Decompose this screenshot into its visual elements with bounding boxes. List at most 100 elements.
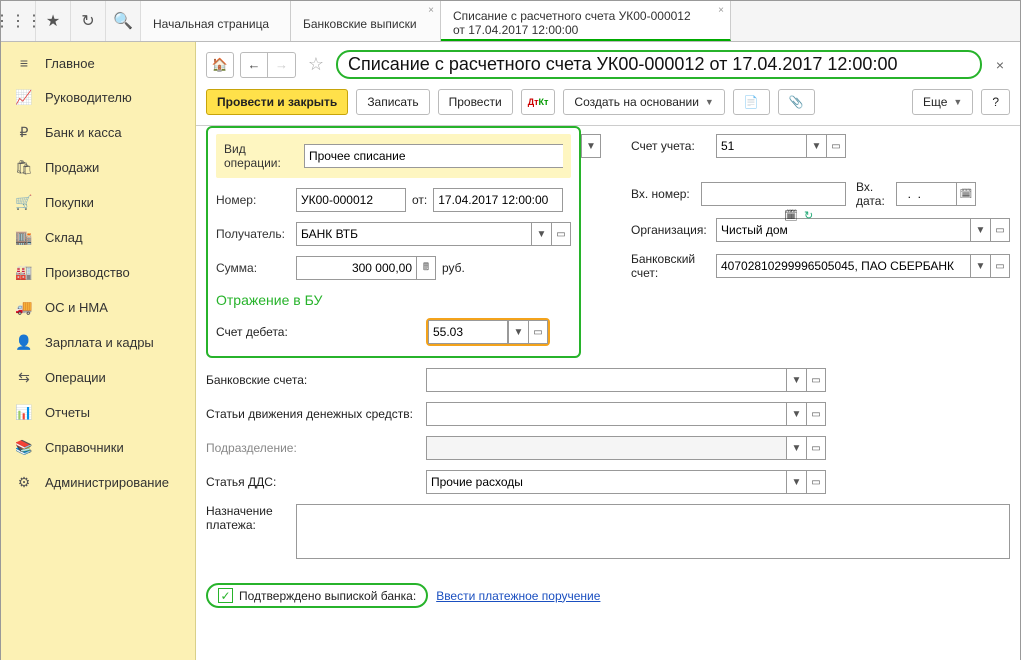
cashflow-input[interactable] (426, 402, 786, 426)
calc-icon[interactable]: 🖩 (416, 256, 436, 280)
sidebar-item-3[interactable]: 🛍 Продажи (1, 150, 195, 185)
sidebar-item-label: Руководителю (45, 90, 132, 105)
dropdown-icon[interactable]: ▼ (508, 320, 528, 344)
more-button[interactable]: Еще▼ (912, 89, 973, 115)
confirmed-checkbox[interactable]: ✓ (218, 588, 233, 603)
dropdown-icon[interactable]: ▼ (970, 254, 990, 278)
favorite-star-icon[interactable]: ☆ (302, 52, 330, 78)
refresh-icon[interactable]: ↻ (804, 209, 813, 222)
dt-kt-button[interactable]: ДтКт (521, 89, 556, 115)
open-icon[interactable]: ▭ (990, 254, 1010, 278)
post-and-close-button[interactable]: Провести и закрыть (206, 89, 348, 115)
tab-close-icon[interactable]: × (428, 5, 434, 16)
nav-back-button[interactable]: ← (240, 52, 268, 78)
open-icon[interactable]: ▭ (826, 134, 846, 158)
sidebar-item-2[interactable]: ₽Банк и касса (1, 115, 195, 150)
apps-icon[interactable]: ⋮⋮⋮ (1, 1, 36, 41)
form: Вид операции: Номер: от: Получатель: (196, 126, 1020, 660)
confirmed-highlight: ✓ Подтверждено выпиской банка: (206, 583, 428, 608)
title-bar: 🏠 ← → ☆ Списание с расчетного счета УК00… (196, 42, 1020, 85)
account-reg-label: Счет учета: (631, 139, 716, 153)
purpose-label: Назначение платежа: (206, 504, 296, 532)
op-type-dropdown-icon[interactable]: ▼ (581, 134, 601, 158)
top-toolbar: ⋮⋮⋮ ★ ↻ 🔍 Начальная страница Банковские … (1, 1, 1020, 42)
save-button[interactable]: Записать (356, 89, 429, 115)
in-date-label: Вх. дата: (856, 180, 896, 208)
dropdown-icon[interactable]: ▼ (531, 222, 551, 246)
dropdown-icon[interactable]: ▼ (786, 402, 806, 426)
sidebar-item-1[interactable]: 📈Руководителю (1, 80, 195, 115)
sidebar-item-9[interactable]: ⇆Операции (1, 360, 195, 395)
sum-input[interactable] (296, 256, 416, 280)
sidebar-icon: 🛍 (15, 159, 33, 176)
dropdown-icon[interactable]: ▼ (786, 470, 806, 494)
sidebar-item-label: Операции (45, 370, 106, 385)
payee-input[interactable] (296, 222, 531, 246)
tab-home[interactable]: Начальная страница (141, 1, 291, 41)
open-icon[interactable]: ▭ (528, 320, 548, 344)
open-icon[interactable]: ▭ (806, 402, 826, 426)
in-number-input[interactable] (701, 182, 846, 206)
nav-forward-button: → (268, 52, 296, 78)
purpose-textarea[interactable] (296, 504, 1010, 559)
debit-account-input[interactable] (428, 320, 508, 344)
open-icon[interactable]: ▭ (551, 222, 571, 246)
number-input[interactable] (296, 188, 406, 212)
op-type-input[interactable] (304, 144, 563, 168)
tab-close-icon[interactable]: × (718, 5, 724, 16)
attach-button[interactable]: 📎 (778, 89, 815, 115)
close-button[interactable]: × (990, 57, 1010, 73)
in-date-input[interactable] (896, 182, 956, 206)
sidebar-item-label: Продажи (45, 160, 99, 175)
open-icon[interactable]: ▭ (806, 368, 826, 392)
bank-acc-label: Банковский счет: (631, 252, 716, 280)
calendar-icon[interactable]: 🗓 (784, 209, 798, 222)
dropdown-icon[interactable]: ▼ (786, 368, 806, 392)
sidebar-item-5[interactable]: 🏬Склад (1, 220, 195, 255)
post-button[interactable]: Провести (438, 89, 513, 115)
sidebar-item-11[interactable]: 📚Справочники (1, 430, 195, 465)
sidebar-item-8[interactable]: 👤Зарплата и кадры (1, 325, 195, 360)
open-icon[interactable]: ▭ (806, 470, 826, 494)
sidebar-item-4[interactable]: 🛒Покупки (1, 185, 195, 220)
sidebar-item-7[interactable]: 🚚ОС и НМА (1, 290, 195, 325)
sidebar-item-10[interactable]: 📊Отчеты (1, 395, 195, 430)
sidebar-item-12[interactable]: ⚙Администрирование (1, 465, 195, 500)
tab-label-line2: от 17.04.2017 12:00:00 (453, 23, 718, 37)
sidebar-item-6[interactable]: 🏭Производство (1, 255, 195, 290)
highlighted-debit-field: ▼ ▭ (426, 318, 550, 346)
sidebar-item-label: Банк и касса (45, 125, 122, 140)
right-column: Счет учета: ▼ ▭ Вх. номер: Вх. дата: (631, 126, 1010, 280)
sidebar-item-label: Администрирование (45, 475, 169, 490)
bank-accounts-label: Банковские счета: (206, 373, 426, 387)
create-based-on-button[interactable]: Создать на основании▼ (563, 89, 724, 115)
org-input[interactable] (716, 218, 970, 242)
sidebar-icon: 👤 (15, 334, 33, 351)
cashflow-label: Статьи движения денежных средств: (206, 407, 426, 421)
sidebar-icon: 🚚 (15, 299, 33, 316)
tab-document[interactable]: Списание с расчетного счета УК00-000012 … (441, 1, 731, 41)
confirmed-label: Подтверждено выпиской банка: (239, 589, 416, 603)
sidebar-item-0[interactable]: ≡Главное (1, 46, 195, 80)
bank-acc-input[interactable] (716, 254, 970, 278)
history-icon[interactable]: ↻ (71, 1, 106, 41)
open-icon[interactable]: ▭ (990, 218, 1010, 242)
calendar-icon[interactable]: 🗓 (956, 182, 976, 206)
account-reg-input[interactable] (716, 134, 806, 158)
payee-label: Получатель: (216, 227, 296, 241)
star-icon[interactable]: ★ (36, 1, 71, 41)
dropdown-icon[interactable]: ▼ (970, 218, 990, 242)
enter-payment-order-link[interactable]: Ввести платежное поручение (436, 589, 600, 603)
home-button[interactable]: 🏠 (206, 52, 234, 78)
bank-accounts-input[interactable] (426, 368, 786, 392)
date-input[interactable] (433, 188, 563, 212)
tab-label-line1: Списание с расчетного счета УК00-000012 (453, 9, 718, 23)
dropdown-icon[interactable]: ▼ (806, 134, 826, 158)
search-icon[interactable]: 🔍 (106, 1, 141, 41)
help-button[interactable]: ? (981, 89, 1010, 115)
tab-bank-statements[interactable]: Банковские выписки × (291, 1, 441, 41)
dds-input[interactable] (426, 470, 786, 494)
sidebar-icon: 🛒 (15, 194, 33, 211)
print-button[interactable]: 📄 (733, 89, 770, 115)
sidebar-item-label: Справочники (45, 440, 124, 455)
